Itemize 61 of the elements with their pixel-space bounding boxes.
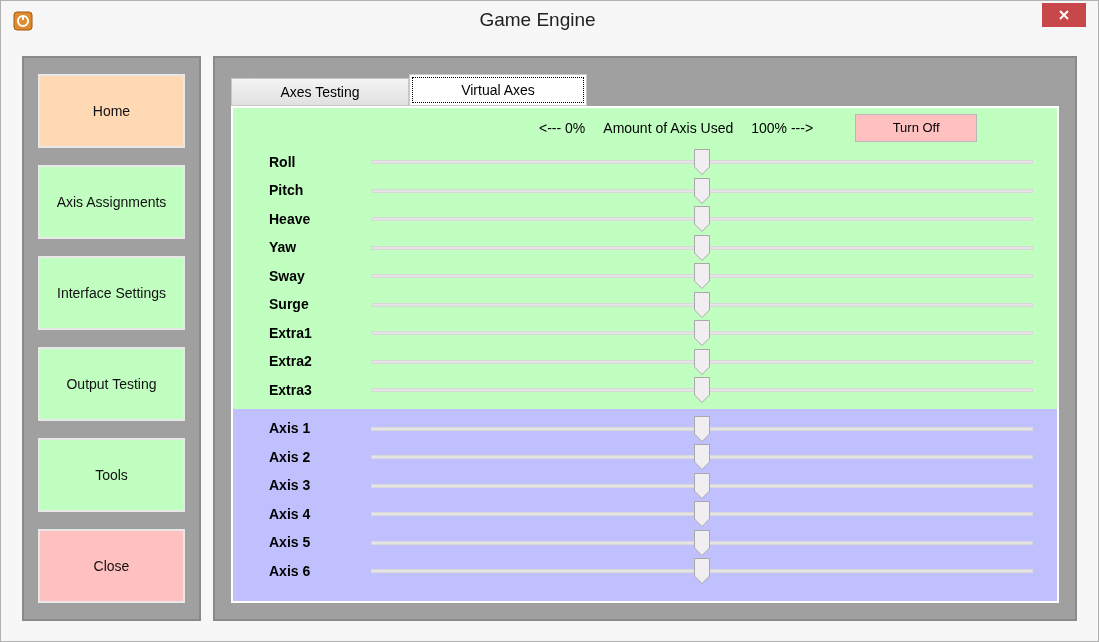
slider-thumb[interactable] xyxy=(694,472,710,499)
slider-thumb[interactable] xyxy=(694,444,710,471)
nav-button[interactable]: Axis Assignments xyxy=(38,165,185,239)
slider-thumb[interactable] xyxy=(694,501,710,528)
slider-thumb[interactable] xyxy=(694,149,710,176)
slider[interactable] xyxy=(371,501,1033,528)
slider-label: Axis 2 xyxy=(269,447,312,467)
max-label: 100% ---> xyxy=(751,118,814,138)
slider-label: Axis 4 xyxy=(269,504,312,524)
slider-thumb[interactable] xyxy=(694,206,710,233)
close-button[interactable] xyxy=(1042,3,1086,27)
slider[interactable] xyxy=(371,234,1033,261)
tab[interactable]: Axes Testing xyxy=(231,78,409,106)
window-title: Game Engine xyxy=(478,8,597,33)
slider-label: Axis 5 xyxy=(269,533,312,553)
tab[interactable]: Virtual Axes xyxy=(409,74,587,106)
slider-label: Axis 1 xyxy=(269,419,312,439)
slider[interactable] xyxy=(371,263,1033,290)
power-icon xyxy=(13,10,33,31)
slider-label: Surge xyxy=(269,295,310,315)
slider-thumb[interactable] xyxy=(694,529,710,556)
slider-label: Extra1 xyxy=(269,323,313,343)
slider[interactable] xyxy=(371,529,1033,556)
slider[interactable] xyxy=(371,206,1033,233)
slider-thumb[interactable] xyxy=(694,377,710,404)
nav-button[interactable]: Interface Settings xyxy=(38,256,185,330)
slider[interactable] xyxy=(371,444,1033,471)
slider-label: Axis 6 xyxy=(269,561,312,581)
slider[interactable] xyxy=(371,149,1033,176)
slider-thumb[interactable] xyxy=(694,558,710,585)
nav-button[interactable]: Tools xyxy=(38,438,185,512)
slider[interactable] xyxy=(371,320,1033,347)
nav-button[interactable]: Output Testing xyxy=(38,347,185,421)
turn-off-button[interactable]: Turn Off xyxy=(855,114,978,142)
nav-button[interactable]: Close xyxy=(38,529,185,603)
close-icon xyxy=(1059,10,1069,20)
slider[interactable] xyxy=(371,291,1033,318)
slider-thumb[interactable] xyxy=(694,177,710,204)
slider-label: Extra2 xyxy=(269,352,313,372)
slider[interactable] xyxy=(371,348,1033,375)
slider-thumb[interactable] xyxy=(694,348,710,375)
slider-label: Heave xyxy=(269,209,312,229)
slider[interactable] xyxy=(371,472,1033,499)
slider-thumb[interactable] xyxy=(694,234,710,261)
min-label: <--- 0% xyxy=(539,118,586,138)
slider-thumb[interactable] xyxy=(694,263,710,290)
slider[interactable] xyxy=(371,415,1033,442)
nav-button[interactable]: Home xyxy=(38,74,185,148)
slider-label: Axis 3 xyxy=(269,476,312,496)
slider-label: Pitch xyxy=(269,181,305,201)
slider-label: Extra3 xyxy=(269,380,313,400)
slider-thumb[interactable] xyxy=(694,320,710,347)
slider-thumb[interactable] xyxy=(694,415,710,442)
slider-label: Yaw xyxy=(269,238,298,258)
slider-thumb[interactable] xyxy=(694,291,710,318)
slider-label: Sway xyxy=(269,266,306,286)
slider[interactable] xyxy=(371,177,1033,204)
slider[interactable] xyxy=(371,558,1033,585)
slider[interactable] xyxy=(371,377,1033,404)
slider-label: Roll xyxy=(269,152,297,172)
axis-caption: Amount of Axis Used xyxy=(603,118,734,138)
